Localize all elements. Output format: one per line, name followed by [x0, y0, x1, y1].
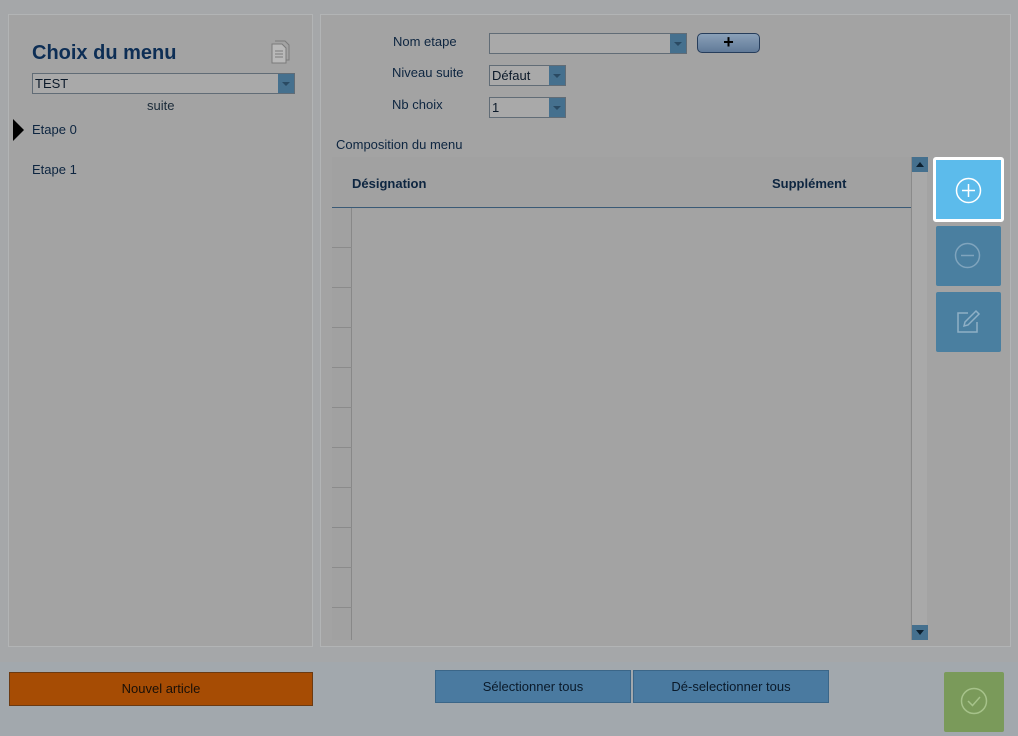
bottom-toolbar: Nouvel article Sélectionner tous Dé-sele… [0, 662, 1018, 736]
composition-table[interactable]: Désignation Supplément [332, 157, 911, 640]
chevron-down-icon[interactable] [549, 98, 565, 117]
step-editor-panel: Nom etape + Niveau suite Défaut Nb choix… [320, 14, 1011, 647]
deselect-all-button[interactable]: Dé-selectionner tous [633, 670, 829, 703]
scroll-down-icon[interactable] [912, 625, 928, 640]
menu-select-value: TEST [35, 76, 69, 91]
row-divider [332, 287, 352, 288]
check-circle-icon [960, 687, 988, 715]
menu-select[interactable]: TEST [32, 73, 295, 94]
nom-etape-label: Nom etape [393, 34, 457, 49]
nb-choix-label: Nb choix [392, 97, 443, 112]
composition-label: Composition du menu [336, 137, 463, 152]
page-title: Choix du menu [32, 42, 177, 64]
row-divider [332, 407, 352, 408]
row-divider [332, 447, 352, 448]
document-copy-icon[interactable] [270, 40, 290, 64]
edit-row-button[interactable] [936, 292, 1001, 352]
menu-choice-panel: Choix du menu TEST suite Etape 0 Etape 1 [8, 14, 313, 647]
remove-row-button[interactable] [936, 226, 1001, 286]
select-all-button[interactable]: Sélectionner tous [435, 670, 631, 703]
row-divider [332, 487, 352, 488]
table-header: Désignation Supplément [332, 157, 911, 208]
column-header-supplement[interactable]: Supplément [772, 176, 846, 191]
row-divider [332, 607, 352, 608]
chevron-down-icon[interactable] [670, 34, 686, 53]
row-divider [332, 327, 352, 328]
nb-choix-select[interactable]: 1 [489, 97, 566, 118]
new-article-button[interactable]: Nouvel article [9, 672, 313, 706]
table-scrollbar[interactable] [911, 157, 928, 640]
row-divider [332, 527, 352, 528]
step-item-1[interactable]: Etape 1 [32, 162, 77, 177]
selected-step-marker-icon [13, 119, 24, 141]
plus-circle-icon [955, 177, 982, 204]
edit-icon [957, 309, 981, 333]
chevron-down-icon[interactable] [278, 74, 294, 93]
suite-label: suite [147, 98, 175, 113]
nom-etape-select[interactable] [489, 33, 687, 54]
row-divider [332, 367, 352, 368]
add-step-button[interactable]: + [697, 33, 760, 53]
minus-circle-icon [954, 242, 981, 269]
row-divider [332, 247, 352, 248]
nb-choix-value: 1 [492, 100, 500, 115]
add-row-button[interactable] [933, 157, 1004, 222]
column-header-designation[interactable]: Désignation [352, 176, 426, 191]
table-body[interactable] [352, 209, 910, 640]
row-divider [332, 567, 352, 568]
menu-editor-window: Choix du menu TEST suite Etape 0 Etape 1… [0, 0, 1018, 736]
row-selector-gutter[interactable] [332, 208, 352, 640]
step-item-0[interactable]: Etape 0 [32, 122, 77, 137]
niveau-suite-value: Défaut [492, 68, 531, 83]
scroll-up-icon[interactable] [912, 157, 928, 172]
chevron-down-icon[interactable] [549, 66, 565, 85]
niveau-suite-select[interactable]: Défaut [489, 65, 566, 86]
niveau-suite-label: Niveau suite [392, 65, 464, 80]
validate-button[interactable] [944, 672, 1004, 732]
